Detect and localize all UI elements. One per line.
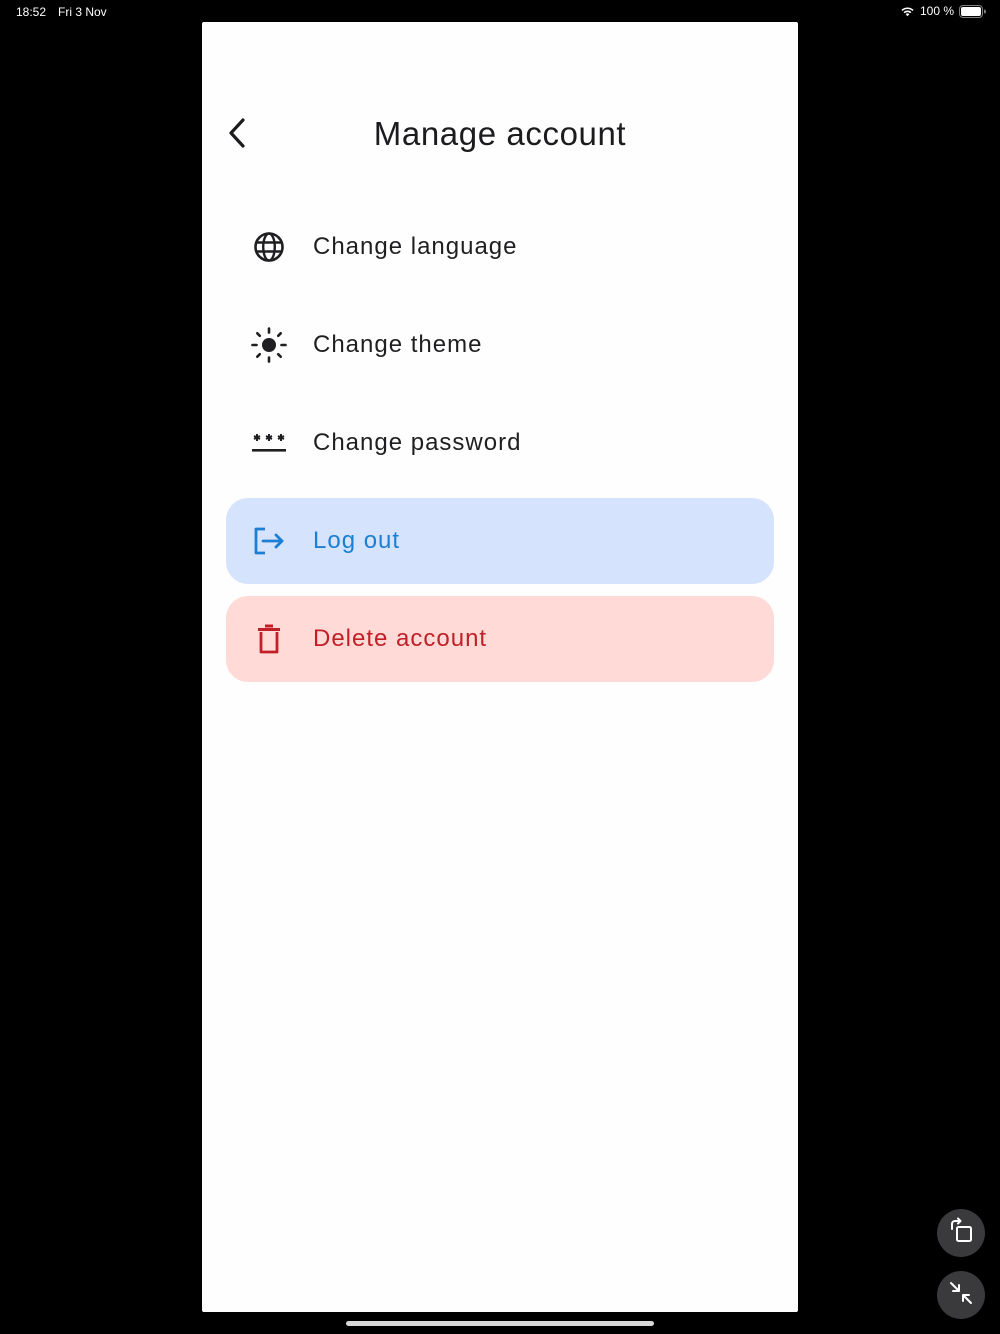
collapse-icon	[947, 1279, 975, 1312]
collapse-button[interactable]	[937, 1271, 985, 1319]
change-theme-label: Change theme	[313, 331, 483, 358]
trash-icon	[250, 620, 288, 658]
app-window: Manage account Change language Change th…	[202, 22, 798, 1312]
status-time: 18:52	[16, 5, 47, 19]
logout-icon	[250, 522, 288, 560]
delete-account-button[interactable]: Delete account	[226, 596, 774, 682]
change-language-item[interactable]: Change language	[226, 204, 774, 290]
delete-account-label: Delete account	[313, 625, 488, 652]
change-language-label: Change language	[313, 233, 518, 260]
change-password-item[interactable]: Change password	[226, 400, 774, 486]
battery-percent: 100 %	[919, 4, 954, 18]
sun-icon	[250, 326, 288, 364]
status-date: Fri 3 Nov	[58, 5, 107, 19]
password-icon	[250, 424, 288, 462]
log-out-button[interactable]: Log out	[226, 498, 774, 584]
log-out-label: Log out	[313, 527, 401, 554]
rotate-button[interactable]	[937, 1209, 985, 1257]
status-bar: 18:52 Fri 3 Nov 100 %	[0, 0, 1000, 24]
status-right: 100 %	[900, 4, 986, 18]
globe-icon	[250, 228, 288, 266]
page-title: Manage account	[373, 115, 627, 152]
battery-icon	[959, 4, 986, 18]
home-indicator[interactable]	[346, 1321, 654, 1326]
change-password-label: Change password	[313, 429, 522, 456]
rotate-icon	[947, 1217, 975, 1250]
wifi-icon	[900, 5, 915, 17]
change-theme-item[interactable]: Change theme	[226, 302, 774, 388]
